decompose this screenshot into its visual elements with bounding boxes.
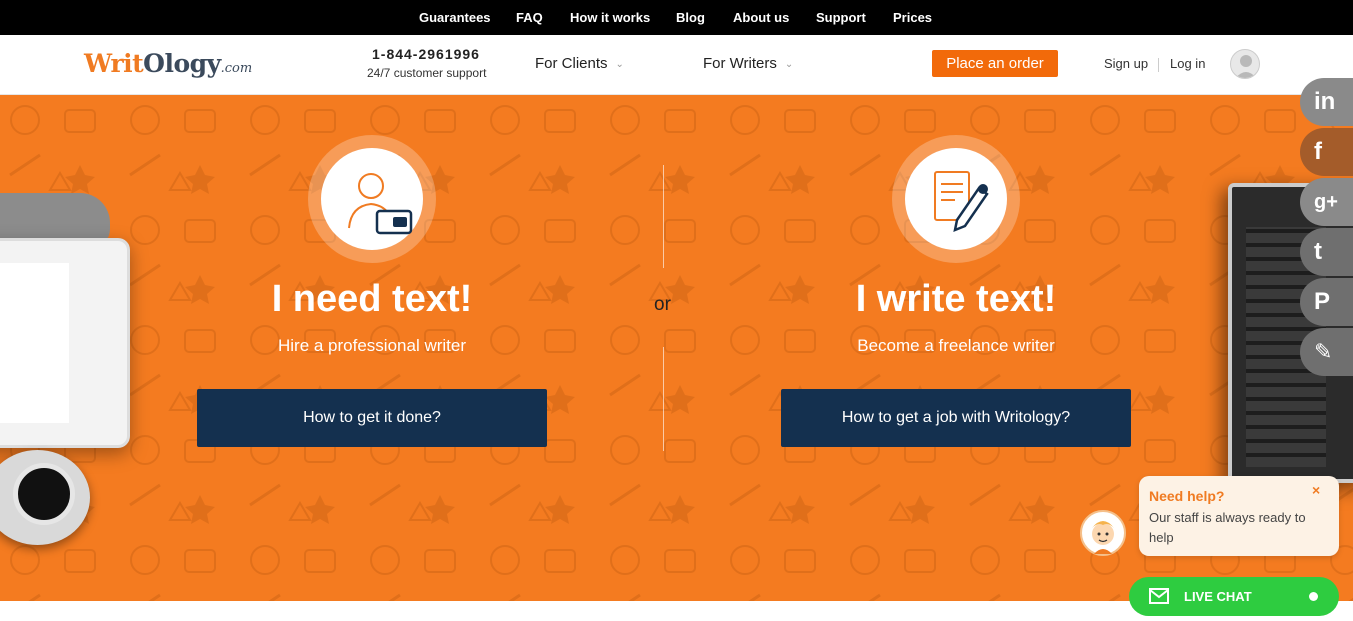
- linkedin-icon[interactable]: in: [1300, 78, 1353, 126]
- writology-logo[interactable]: WritOlogy.com: [84, 49, 252, 83]
- site-header: WritOlogy.com 1-844-2961996 24/7 custome…: [0, 35, 1353, 95]
- nav-for-clients-label: For Clients: [535, 55, 608, 72]
- close-icon[interactable]: ×: [1312, 482, 1320, 498]
- top-navigation-bar: Guarantees FAQ How it works Blog About u…: [0, 0, 1353, 35]
- chevron-down-icon: ⌄: [784, 58, 794, 70]
- edit-icon[interactable]: ✎: [1300, 328, 1353, 376]
- live-chat-label: LIVE CHAT: [1184, 589, 1252, 604]
- chevron-down-icon: ⌄: [615, 58, 624, 70]
- topnav-how-it-works-link[interactable]: How it works: [570, 10, 650, 25]
- coffee-cup-image: [13, 463, 75, 525]
- nav-for-writers[interactable]: For Writers ⌄: [703, 55, 793, 72]
- or-separator-text: or: [654, 294, 671, 315]
- client-wallet-icon: [321, 148, 423, 250]
- log-in-link[interactable]: Log in: [1170, 56, 1205, 71]
- sign-up-link[interactable]: Sign up: [1104, 56, 1148, 71]
- nav-for-clients[interactable]: For Clients ⌄: [535, 55, 624, 72]
- left-hero-title: I need text!: [271, 278, 473, 320]
- chat-popup-text: Our staff is always ready to help: [1149, 510, 1306, 545]
- topnav-support-link[interactable]: Support: [816, 10, 866, 25]
- logo-text-part1: Writ: [84, 49, 144, 78]
- online-status-dot: [1309, 592, 1318, 601]
- vertical-divider-bottom: [663, 347, 664, 451]
- vertical-divider-top: [663, 165, 664, 268]
- tumblr-icon[interactable]: t: [1300, 228, 1353, 276]
- writer-icon-ring: [892, 135, 1020, 263]
- right-hero-subtitle: Become a freelance writer: [857, 336, 1055, 355]
- topnav-prices-link[interactable]: Prices: [893, 10, 932, 25]
- phone-number[interactable]: 1-844-2961996: [372, 46, 480, 62]
- topnav-blog-link[interactable]: Blog: [676, 10, 705, 25]
- place-order-button[interactable]: Place an order: [932, 50, 1058, 77]
- right-hero-title: I write text!: [855, 278, 1057, 320]
- how-to-get-it-done-button[interactable]: How to get it done?: [197, 389, 547, 447]
- topnav-guarantees-link[interactable]: Guarantees: [419, 10, 491, 25]
- live-chat-button[interactable]: LIVE CHAT: [1129, 577, 1339, 616]
- document-pen-icon: [905, 148, 1007, 250]
- facebook-icon[interactable]: f: [1300, 128, 1353, 176]
- need-help-popup: Need help? × Our staff is always ready t…: [1139, 476, 1339, 556]
- pinterest-icon[interactable]: P: [1300, 278, 1353, 326]
- logo-text-part3: .com: [220, 61, 253, 76]
- google-plus-icon[interactable]: g+: [1300, 178, 1353, 226]
- logo-text-part2: Ology: [143, 49, 221, 78]
- user-avatar-icon[interactable]: [1230, 49, 1260, 79]
- tablet-image: [0, 238, 130, 448]
- support-caption: 24/7 customer support: [367, 66, 487, 80]
- client-icon-ring: [308, 135, 436, 263]
- support-agent-avatar[interactable]: [1080, 510, 1126, 556]
- topnav-about-us-link[interactable]: About us: [733, 10, 789, 25]
- chat-popup-title: Need help?: [1149, 488, 1225, 504]
- left-hero-subtitle: Hire a professional writer: [277, 336, 466, 355]
- auth-divider: [1158, 58, 1159, 72]
- topnav-faq-link[interactable]: FAQ: [516, 10, 543, 25]
- envelope-icon: [1149, 588, 1169, 604]
- nav-for-writers-label: For Writers: [703, 55, 777, 72]
- how-to-get-a-job-button[interactable]: How to get a job with Writology?: [781, 389, 1131, 447]
